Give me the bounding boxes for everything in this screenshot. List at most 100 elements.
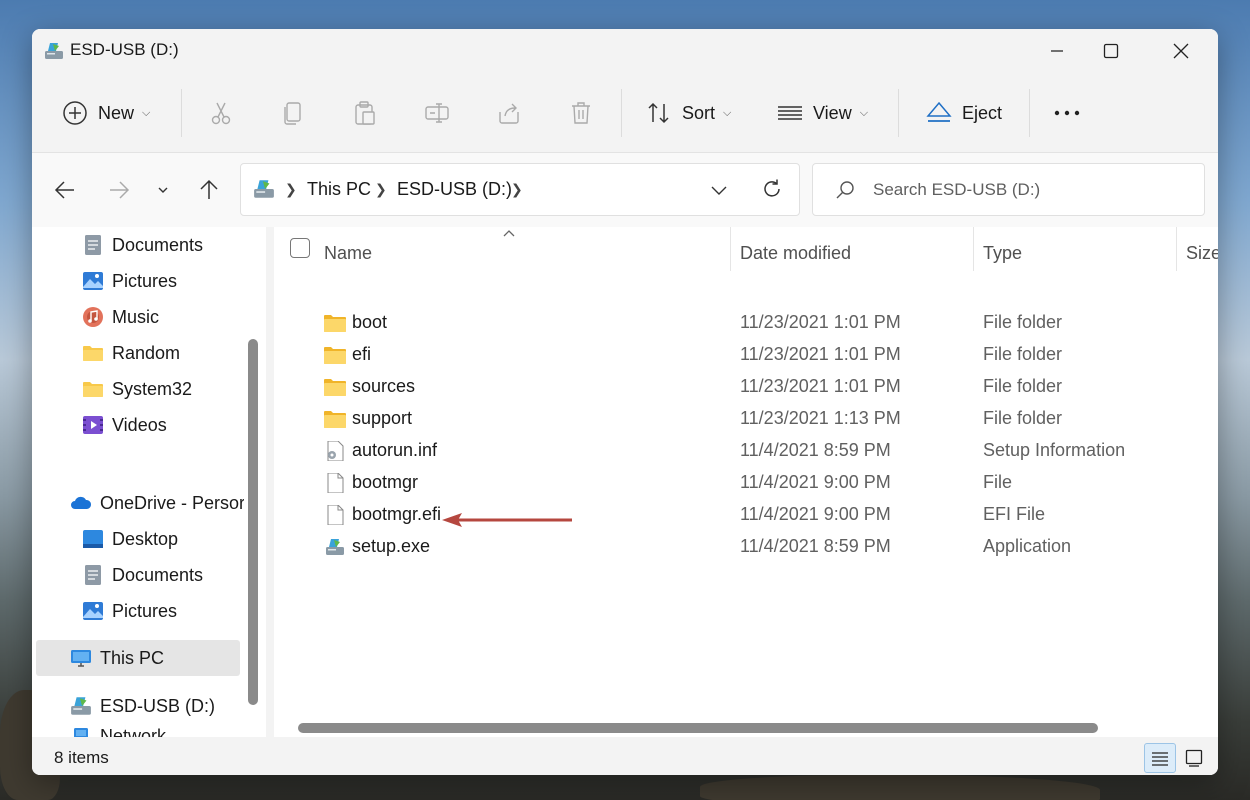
large-icons-view-icon <box>1185 749 1203 767</box>
sidebar-item-documents[interactable]: Documents <box>82 227 265 263</box>
more-icon <box>1054 110 1080 116</box>
sidebar-item-label: Documents <box>112 564 204 585</box>
file-name: bootmgr.efi <box>352 504 442 524</box>
sidebar-item-music[interactable]: Music <box>82 299 242 335</box>
column-header-type[interactable]: Type <box>983 237 1022 269</box>
search-box[interactable]: Search ESD-USB (D:) <box>812 163 1205 216</box>
file-type: Application <box>983 536 1072 556</box>
address-history-button[interactable] <box>709 180 729 205</box>
column-divider <box>973 227 974 271</box>
column-header-size[interactable]: Size <box>1186 237 1218 269</box>
sidebar-scrollbar-thumb[interactable] <box>248 339 258 705</box>
view-button[interactable]: View ⌵ <box>777 93 868 133</box>
sidebar-item-videos[interactable]: Videos <box>82 407 242 443</box>
cut-button[interactable] <box>208 93 234 133</box>
folder-icon <box>324 411 346 428</box>
sidebar-item-label: Pictures <box>112 270 178 291</box>
file-list: Name Date modified Type Size boot 11/23/… <box>274 227 1218 737</box>
usb-drive-icon <box>254 180 274 198</box>
sidebar-item-label: Videos <box>112 414 167 435</box>
file-row[interactable]: boot 11/23/2021 1:01 PM File folder <box>274 307 1218 339</box>
select-all-checkbox[interactable] <box>290 238 310 258</box>
up-button[interactable] <box>196 177 222 203</box>
sidebar-item-desktop[interactable]: Desktop <box>82 521 242 557</box>
wallpaper-rock <box>700 775 1100 800</box>
file-icon <box>327 473 344 493</box>
file-date: 11/23/2021 1:13 PM <box>740 408 901 428</box>
sidebar-item-label: Documents <box>112 234 204 255</box>
navigation-pane: Documents Pictures Music Random System32… <box>32 227 266 746</box>
large-icons-view-button[interactable] <box>1178 743 1210 773</box>
pictures-icon <box>83 602 103 620</box>
folder-icon <box>324 315 346 332</box>
recent-locations-button[interactable] <box>150 177 176 203</box>
sort-button[interactable]: Sort ⌵ <box>646 93 731 133</box>
title-bar: ESD-USB (D:) <box>32 29 1218 73</box>
arrow-up-icon <box>200 179 218 199</box>
sidebar-item-pictures[interactable]: Pictures <box>82 263 265 299</box>
details-view-button[interactable] <box>1144 743 1176 773</box>
rename-button[interactable] <box>424 93 450 133</box>
forward-button[interactable] <box>106 177 132 203</box>
item-count: 8 items <box>54 748 109 767</box>
sidebar-item-random[interactable]: Random <box>82 335 242 371</box>
back-button[interactable] <box>52 177 78 203</box>
details-view-icon <box>1152 752 1168 766</box>
sidebar-item-onedrive[interactable]: OneDrive - Persor <box>70 485 244 521</box>
navigation-bar: ❯ This PC ❯ ESD-USB (D:) ❯ Search ESD-US… <box>32 153 1218 227</box>
breadcrumb-esd-usb[interactable]: ESD-USB (D:) <box>397 179 512 200</box>
documents-icon <box>85 565 101 585</box>
file-type: EFI File <box>983 504 1046 524</box>
file-row[interactable]: support 11/23/2021 1:13 PM File folder <box>274 403 1218 435</box>
new-label: New <box>98 102 135 123</box>
address-bar[interactable]: ❯ This PC ❯ ESD-USB (D:) ❯ <box>240 163 800 216</box>
maximize-button[interactable] <box>1088 29 1134 73</box>
folder-icon <box>324 379 346 396</box>
sidebar-item-this-pc[interactable]: This PC <box>36 640 240 676</box>
command-bar: New ⌵ Sort ⌵ View ⌵ Eject <box>32 73 1218 153</box>
file-name: autorun.inf <box>352 440 438 460</box>
new-button[interactable]: New ⌵ <box>62 93 150 133</box>
column-header-name[interactable]: Name <box>324 237 372 269</box>
refresh-button[interactable] <box>761 178 783 205</box>
file-row[interactable]: setup.exe 11/4/2021 8:59 PM Application <box>274 531 1218 563</box>
rename-icon <box>425 103 449 123</box>
horizontal-scrollbar-thumb[interactable] <box>298 723 1098 733</box>
file-type: File folder <box>983 344 1063 364</box>
more-options-button[interactable] <box>1052 93 1082 133</box>
close-button[interactable] <box>1158 29 1204 73</box>
file-row[interactable]: sources 11/23/2021 1:01 PM File folder <box>274 371 1218 403</box>
view-icon <box>778 106 802 120</box>
file-row[interactable]: efi 11/23/2021 1:01 PM File folder <box>274 339 1218 371</box>
usb-drive-icon <box>45 43 63 59</box>
sidebar-item-system32[interactable]: System32 <box>82 371 242 407</box>
folder-icon <box>83 382 103 397</box>
documents-icon <box>85 235 101 255</box>
file-row[interactable]: bootmgr.efi 11/4/2021 9:00 PM EFI File <box>274 499 1218 531</box>
file-type: File folder <box>983 312 1063 332</box>
sidebar-item-pictures-onedrive[interactable]: Pictures <box>82 593 242 629</box>
sort-label: Sort <box>682 102 716 123</box>
column-divider <box>730 227 731 271</box>
maximize-icon <box>1103 43 1119 59</box>
sidebar-item-esd-usb[interactable]: ESD-USB (D:) <box>70 688 244 724</box>
file-row[interactable]: bootmgr 11/4/2021 9:00 PM File <box>274 467 1218 499</box>
arrow-left-icon <box>54 181 74 199</box>
chevron-down-icon: ⌵ <box>859 106 869 119</box>
file-type: File folder <box>983 376 1063 396</box>
breadcrumb-this-pc[interactable]: This PC <box>307 179 371 200</box>
copy-icon <box>284 102 301 125</box>
sidebar-item-documents-onedrive[interactable]: Documents <box>82 557 242 593</box>
copy-button[interactable] <box>280 93 306 133</box>
delete-button[interactable] <box>568 93 594 133</box>
minimize-button[interactable] <box>1034 29 1080 73</box>
onedrive-icon <box>71 496 92 509</box>
file-row[interactable]: autorun.inf 11/4/2021 8:59 PM Setup Info… <box>274 435 1218 467</box>
file-type: Setup Information <box>983 440 1126 460</box>
eject-button[interactable]: Eject <box>926 93 1002 133</box>
paste-button[interactable] <box>352 93 378 133</box>
share-button[interactable] <box>496 93 522 133</box>
share-icon <box>499 103 519 124</box>
paste-icon <box>355 101 375 125</box>
column-header-date-modified[interactable]: Date modified <box>740 237 851 269</box>
